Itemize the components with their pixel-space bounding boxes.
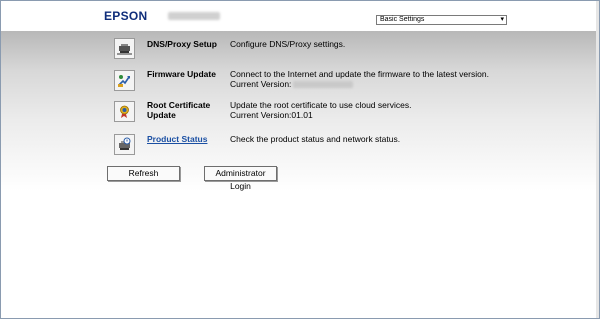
- epson-logo: EPSON: [104, 9, 148, 23]
- model-name-redacted: [168, 12, 220, 20]
- chevron-down-icon: ▾: [500, 16, 504, 23]
- browser-viewport: EPSON Basic Settings ▾ DNS/Proxy Setup C…: [0, 0, 600, 319]
- firmware-update-desc: Connect to the Internet and update the f…: [230, 69, 489, 79]
- product-status-desc: Check the product status and network sta…: [230, 134, 401, 144]
- product-status-link[interactable]: Product Status: [147, 134, 207, 144]
- page-header: EPSON Basic Settings ▾: [1, 1, 599, 31]
- settings-menu-selected: Basic Settings: [380, 16, 425, 23]
- certificate-icon: [114, 101, 135, 122]
- refresh-button[interactable]: Refresh: [107, 166, 180, 181]
- product-status-icon: [114, 134, 135, 155]
- firmware-current-version-label: Current Version:: [230, 79, 292, 89]
- firmware-update-label[interactable]: Firmware Update: [147, 69, 216, 79]
- dns-proxy-setup-label[interactable]: DNS/Proxy Setup: [147, 39, 217, 49]
- firmware-current-version: Current Version:: [230, 79, 354, 89]
- root-certificate-label[interactable]: Root Certificate Update: [147, 100, 210, 120]
- main-content: DNS/Proxy Setup Configure DNS/Proxy sett…: [1, 31, 599, 318]
- dns-proxy-setup-desc: Configure DNS/Proxy settings.: [230, 39, 346, 49]
- window-right-edge: [596, 1, 599, 318]
- network-settings-icon: [114, 38, 135, 59]
- firmware-update-icon: [114, 70, 135, 91]
- settings-menu-select[interactable]: Basic Settings ▾: [376, 15, 507, 25]
- root-certificate-desc: Update the root certificate to use cloud…: [230, 100, 412, 110]
- root-certificate-label-line1: Root Certificate: [147, 100, 211, 110]
- firmware-version-redacted: [293, 81, 354, 89]
- root-certificate-version: Current Version:01.01: [230, 110, 313, 120]
- root-certificate-label-line2: Update: [147, 110, 176, 120]
- administrator-login-button[interactable]: Administrator Login: [204, 166, 277, 191]
